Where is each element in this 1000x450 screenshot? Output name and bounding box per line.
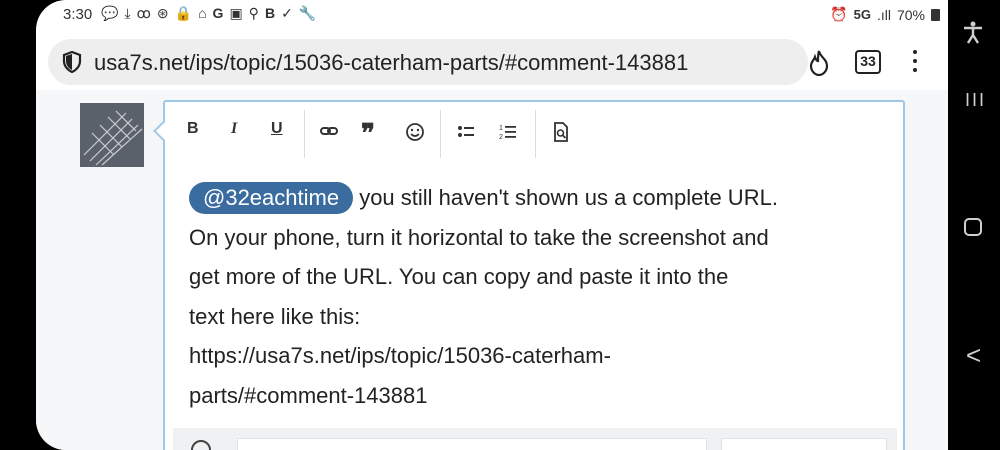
text-line: https://usa7s.net/ips/topic/15036-caterh… [189, 343, 611, 368]
network-label: 5G [853, 7, 871, 22]
url-text[interactable]: usa7s.net/ips/topic/15036-caterham-parts… [94, 50, 688, 76]
avatar [80, 103, 144, 167]
back-button[interactable]: < [966, 340, 981, 371]
page-content: B I U ❞ 1 2 @32eachtime you still haven'… [36, 90, 948, 450]
toolbar-divider [535, 110, 536, 158]
text-line: @32eachtime you still haven't shown us a… [189, 178, 889, 218]
accessibility-icon[interactable] [961, 20, 985, 44]
editor-body[interactable]: @32eachtime you still haven't shown us a… [189, 178, 889, 415]
battery-icon [931, 8, 940, 21]
status-bar: 3:30 💬 ⤓ ꝏ ⊛ 🔒 ⌂ G ▣ ⚲ B ✓ 🔧 ⏰ 5G .ıll 7… [36, 0, 948, 30]
svg-text:1: 1 [499, 125, 503, 132]
text-line: get more of the URL. You can copy and pa… [189, 264, 729, 289]
b-icon: B [264, 5, 276, 21]
notification-icons: 💬 ⤓ ꝏ ⊛ 🔒 ⌂ G ▣ ⚲ B ✓ 🔧 [101, 5, 316, 22]
url-bar[interactable]: usa7s.net/ips/topic/15036-caterham-parts… [48, 39, 808, 85]
preview-icon[interactable] [553, 122, 569, 142]
editor-footer [173, 428, 897, 450]
italic-button[interactable]: I [231, 120, 237, 142]
numbered-list-icon[interactable]: 1 2 [499, 123, 517, 141]
chat-icon: 💬 [101, 5, 119, 21]
attachment-icon[interactable] [191, 440, 211, 450]
tab-count-button[interactable]: 33 [855, 50, 881, 74]
text-line: On your phone, turn it horizontal to tak… [189, 224, 769, 250]
toolbar-divider [440, 110, 441, 158]
app-icon: ▣ [229, 5, 243, 21]
home-button[interactable] [964, 218, 982, 236]
lock-outline-icon: ⌂ [198, 5, 207, 21]
recent-apps-button[interactable]: III [965, 90, 986, 111]
fire-icon[interactable] [808, 50, 830, 76]
svg-text:2: 2 [499, 134, 503, 141]
voicemail-icon: ꝏ [136, 5, 151, 21]
editor-toolbar: B I U ❞ 1 2 [165, 102, 903, 160]
check-icon: ✓ [281, 5, 293, 21]
footer-field[interactable] [237, 438, 707, 450]
location-icon: ⚲ [248, 5, 259, 21]
bullet-list-icon[interactable] [457, 124, 475, 140]
underline-button[interactable]: U [271, 120, 283, 142]
text-segment: you still haven't shown us a complete UR… [353, 185, 778, 210]
footer-button[interactable] [721, 438, 887, 450]
download-icon: ⤓ [124, 5, 131, 21]
reply-editor[interactable]: B I U ❞ 1 2 @32eachtime you still haven'… [153, 100, 905, 450]
battery-label: 70% [896, 6, 925, 23]
sync-icon: ⊛ [156, 5, 169, 21]
status-right: ⏰ 5G .ıll 70% [830, 6, 940, 23]
wrench-icon: 🔧 [298, 5, 317, 21]
bold-button[interactable]: B [187, 120, 199, 142]
system-nav: III < [948, 0, 1000, 450]
emoji-icon[interactable] [405, 122, 425, 142]
signal-icon: .ıll [876, 6, 891, 23]
text-line: text here like this: [189, 303, 361, 329]
text-line: parts/#comment-143881 [189, 382, 428, 408]
alarm-icon: ⏰ [830, 6, 848, 22]
lock-icon: 🔒 [174, 5, 193, 21]
more-menu-icon[interactable] [911, 48, 919, 76]
mention-chip[interactable]: @32eachtime [189, 182, 354, 214]
quote-icon[interactable]: ❞ [361, 118, 375, 148]
toolbar-divider [304, 110, 305, 158]
browser-toolbar: usa7s.net/ips/topic/15036-caterham-parts… [36, 32, 948, 90]
status-time: 3:30 [63, 6, 93, 23]
link-icon[interactable] [320, 124, 338, 138]
g-icon: G [212, 5, 224, 21]
shield-icon [62, 51, 82, 73]
phone-screen: 3:30 💬 ⤓ ꝏ ⊛ 🔒 ⌂ G ▣ ⚲ B ✓ 🔧 ⏰ 5G .ıll 7… [36, 0, 948, 450]
